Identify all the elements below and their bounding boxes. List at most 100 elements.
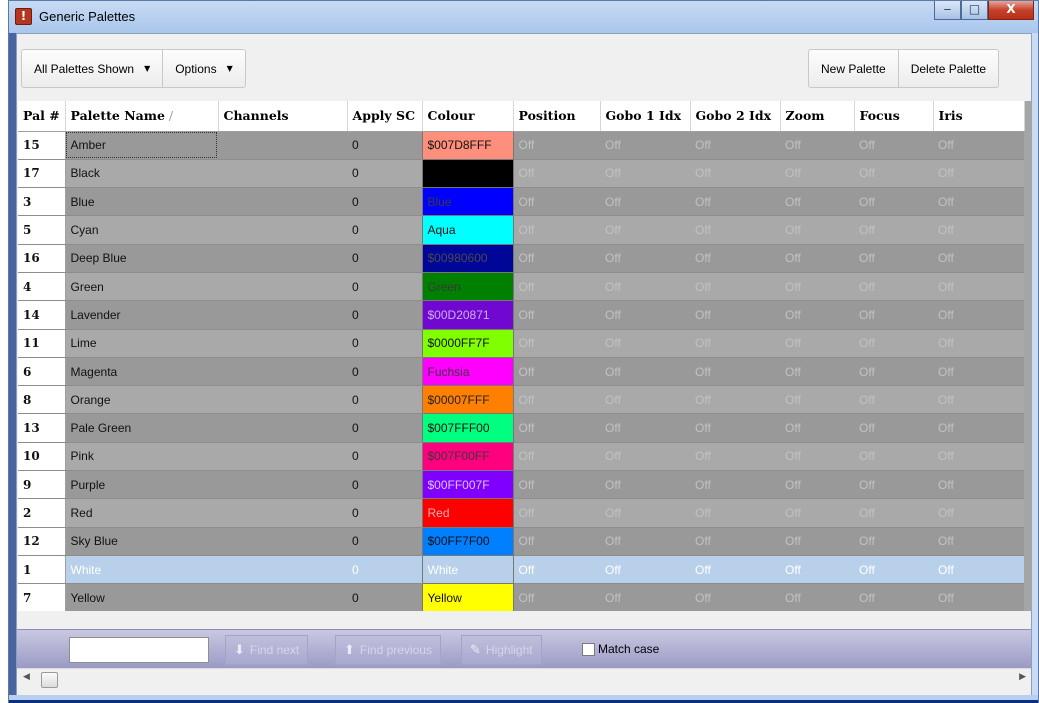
zoom-cell[interactable]: Off (780, 498, 854, 528)
gobo1-cell[interactable]: Off (600, 244, 690, 273)
table-row[interactable]: 8 Orange 0 $00007FFF Off Off Off Off Off Off (18, 385, 1024, 415)
channels-cell[interactable] (218, 131, 347, 160)
search-input[interactable] (69, 637, 209, 663)
table-row[interactable]: 15 Amber 0 $007D8FFF Off Off Off Off Off Off (18, 130, 1024, 160)
palette-name-cell[interactable]: Magenta (65, 357, 218, 387)
position-cell[interactable]: Off (513, 527, 600, 556)
zoom-cell[interactable]: Off (780, 159, 854, 189)
position-cell[interactable]: Off (513, 300, 600, 330)
channels-cell[interactable] (218, 470, 347, 500)
position-cell[interactable]: Off (513, 413, 600, 443)
palette-name-cell[interactable]: Yellow (65, 583, 218, 611)
focus-cell[interactable]: Off (854, 272, 933, 302)
position-cell[interactable]: Off (513, 357, 600, 387)
gobo1-cell[interactable]: Off (600, 385, 690, 415)
column-header-focus[interactable]: Focus (854, 101, 934, 132)
pal-number-cell[interactable]: 12 (18, 527, 66, 556)
apply-sc-cell[interactable]: 0 (347, 357, 422, 387)
zoom-cell[interactable]: Off (780, 244, 854, 273)
palette-name-cell[interactable]: Cyan (65, 215, 218, 245)
gobo1-cell[interactable]: Off (600, 187, 690, 217)
zoom-cell[interactable]: Off (780, 272, 854, 302)
zoom-cell[interactable]: Off (780, 442, 854, 472)
position-cell[interactable]: Off (513, 187, 600, 217)
pal-number-cell[interactable]: 2 (18, 498, 66, 528)
pal-number-cell[interactable]: 13 (18, 413, 66, 443)
column-header-pal[interactable]: Pal # (18, 101, 66, 132)
iris-cell[interactable]: Off (933, 470, 1024, 500)
palette-name-cell[interactable]: Pale Green (65, 413, 218, 443)
apply-sc-cell[interactable]: 0 (347, 498, 422, 528)
pal-number-cell[interactable]: 8 (18, 385, 66, 415)
colour-cell[interactable]: $0000FF7F (421, 328, 514, 358)
table-row[interactable]: 16 Deep Blue 0 $00980600 Off Off Off Off Off Off (18, 243, 1024, 273)
table-row[interactable]: 7 Yellow 0 Yellow Off Off Off Off Off Off (18, 583, 1024, 611)
column-header-apply-sc[interactable]: Apply SC (347, 101, 423, 132)
channels-cell[interactable] (218, 555, 347, 585)
iris-cell[interactable]: Off (933, 527, 1024, 556)
colour-cell[interactable]: White (421, 554, 514, 585)
gobo2-cell[interactable]: Off (690, 413, 780, 443)
gobo2-cell[interactable]: Off (690, 329, 780, 358)
zoom-cell[interactable]: Off (780, 385, 854, 415)
pal-number-cell[interactable]: 11 (18, 329, 66, 358)
gobo2-cell[interactable]: Off (690, 244, 780, 273)
gobo2-cell[interactable]: Off (690, 300, 780, 330)
gobo2-cell[interactable]: Off (690, 527, 780, 556)
apply-sc-cell[interactable]: 0 (347, 244, 422, 273)
gobo1-cell[interactable]: Off (600, 159, 690, 189)
colour-cell[interactable]: Fuchsia (421, 356, 514, 387)
zoom-cell[interactable]: Off (780, 329, 854, 358)
zoom-cell[interactable]: Off (780, 300, 854, 330)
pal-number-cell[interactable]: 9 (18, 470, 66, 500)
channels-cell[interactable] (218, 244, 347, 273)
gobo1-cell[interactable]: Off (600, 470, 690, 500)
table-row[interactable]: 11 Lime 0 $0000FF7F Off Off Off Off Off Off (18, 328, 1024, 358)
apply-sc-cell[interactable]: 0 (347, 442, 422, 472)
maximize-button[interactable]: □ (961, 1, 988, 20)
colour-cell[interactable]: $00007FFF (421, 385, 514, 415)
palette-name-cell[interactable]: Green (65, 272, 218, 302)
gobo1-cell[interactable]: Off (600, 215, 690, 245)
table-row[interactable]: 10 Pink 0 $007F00FF Off Off Off Off Off Off (18, 441, 1024, 472)
colour-cell[interactable]: Green (421, 271, 514, 302)
gobo2-cell[interactable]: Off (690, 187, 780, 217)
iris-cell[interactable]: Off (933, 159, 1024, 189)
channels-cell[interactable] (218, 357, 347, 387)
position-cell[interactable]: Off (513, 244, 600, 273)
new-palette-button[interactable]: New Palette (809, 50, 898, 87)
table-row[interactable]: 6 Magenta 0 Fuchsia Off Off Off Off Off Off (18, 356, 1024, 387)
options-dropdown-button[interactable]: Options ▼ (162, 50, 245, 87)
pal-number-cell[interactable]: 15 (18, 131, 66, 160)
gobo1-cell[interactable]: Off (600, 442, 690, 472)
gobo1-cell[interactable]: Off (600, 357, 690, 387)
channels-cell[interactable] (218, 300, 347, 330)
focus-cell[interactable]: Off (854, 385, 933, 415)
gobo1-cell[interactable]: Off (600, 131, 690, 160)
focus-cell[interactable]: Off (854, 329, 933, 358)
channels-cell[interactable] (218, 329, 347, 358)
match-case-checkbox[interactable]: Match case (582, 642, 659, 656)
table-row[interactable]: 17 Black 0 Off Off Off Off Off Off (18, 158, 1024, 189)
colour-cell[interactable]: $00980600 (421, 243, 514, 273)
pal-number-cell[interactable]: 7 (18, 583, 66, 611)
zoom-cell[interactable]: Off (780, 413, 854, 443)
iris-cell[interactable]: Off (933, 131, 1024, 160)
iris-cell[interactable]: Off (933, 385, 1024, 415)
column-header-gobo-2-idx[interactable]: Gobo 2 Idx (690, 101, 781, 132)
apply-sc-cell[interactable]: 0 (347, 131, 422, 160)
gobo2-cell[interactable]: Off (690, 159, 780, 189)
position-cell[interactable]: Off (513, 329, 600, 358)
palette-name-cell[interactable]: Lime (65, 329, 218, 358)
colour-cell[interactable]: $00FF007F (421, 470, 514, 500)
gobo2-cell[interactable]: Off (690, 131, 780, 160)
iris-cell[interactable]: Off (933, 442, 1024, 472)
table-row[interactable]: 3 Blue 0 Blue Off Off Off Off Off Off (18, 187, 1024, 217)
pal-number-cell[interactable]: 14 (18, 300, 66, 330)
channels-cell[interactable] (218, 583, 347, 611)
filter-dropdown-button[interactable]: All Palettes Shown ▼ (22, 50, 162, 87)
zoom-cell[interactable]: Off (780, 215, 854, 245)
gobo1-cell[interactable]: Off (600, 498, 690, 528)
focus-cell[interactable]: Off (854, 244, 933, 273)
zoom-cell[interactable]: Off (780, 583, 854, 611)
